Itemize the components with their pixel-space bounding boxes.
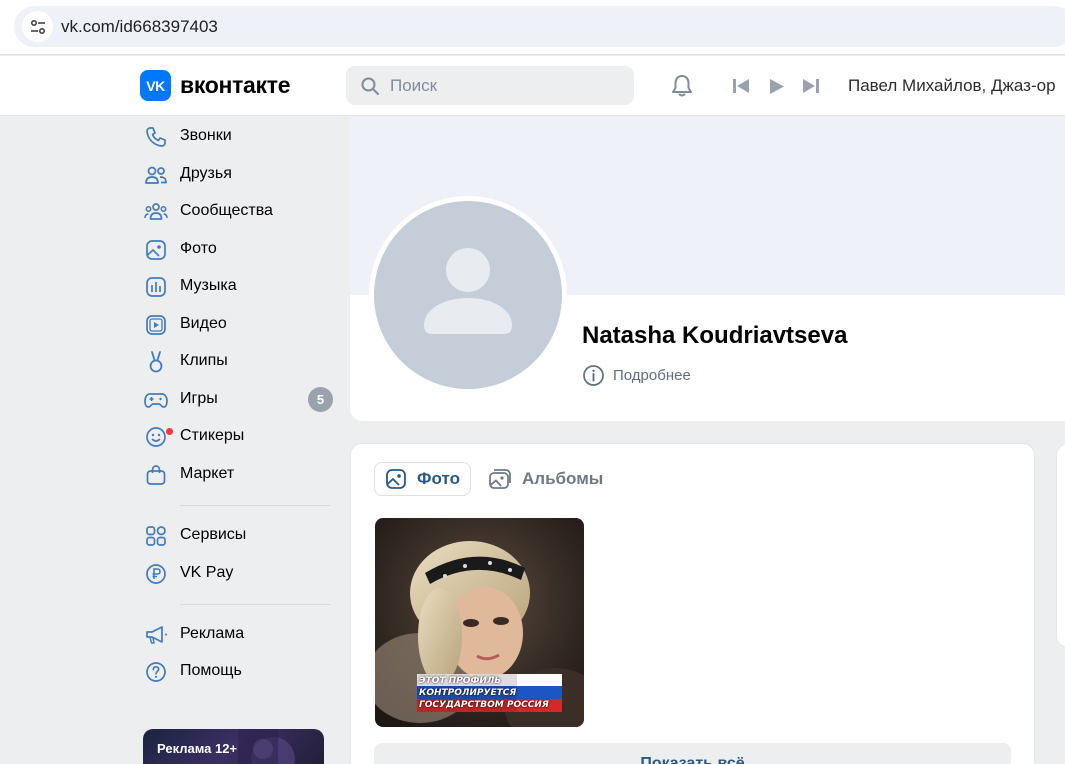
default-avatar-silhouette-icon xyxy=(424,248,512,334)
photo-icon xyxy=(386,469,406,489)
play-icon[interactable] xyxy=(766,76,788,96)
sidebar-item-clips[interactable]: Клипы xyxy=(140,344,335,378)
overlay-line: ЭТОТ ПРОФИЛЬ xyxy=(419,676,502,686)
sidebar-item-services[interactable]: Сервисы xyxy=(140,518,335,552)
friends-icon xyxy=(144,163,168,187)
vkpay-icon xyxy=(144,562,168,586)
ad-age-label: Реклама 12+ xyxy=(157,741,238,756)
previous-track-icon[interactable] xyxy=(730,76,752,96)
url-field[interactable]: vk.com/id668397403 xyxy=(14,6,1065,47)
clips-icon xyxy=(144,350,168,374)
notifications-bell-icon[interactable] xyxy=(668,72,696,100)
sidebar-item-help[interactable]: Помощь xyxy=(140,654,335,688)
sidebar-item-label: Фото xyxy=(180,240,217,257)
sidebar-item-label: Звонки xyxy=(180,127,232,144)
sidebar-item-label: Сообщества xyxy=(180,202,273,219)
sidebar-divider xyxy=(180,604,330,605)
propaganda-overlay-text: ЭТОТ ПРОФИЛЬ КОНТРОЛИРУЕТСЯ ГОСУДАРСТВОМ… xyxy=(419,675,549,711)
avatar[interactable] xyxy=(374,201,562,389)
sidebar-item-music[interactable]: Музыка xyxy=(140,269,335,303)
tab-photos-label: Фото xyxy=(417,469,460,488)
vk-logo-text: вконтакте xyxy=(180,72,291,98)
profile-details-label: Подробнее xyxy=(613,367,691,384)
sidebar-item-label: Клипы xyxy=(180,352,228,369)
sidebar-item-label: Реклама xyxy=(180,625,245,642)
site-header: VK вконтакте Павел Михайлов, Джаз-ор xyxy=(0,56,1065,116)
market-icon xyxy=(144,463,168,487)
stickers-icon xyxy=(144,425,173,449)
megaphone-icon xyxy=(144,623,168,647)
video-icon xyxy=(144,313,168,337)
overlay-line: КОНТРОЛИРУЕТСЯ xyxy=(419,688,517,698)
sidebar-item-label: Игры xyxy=(180,390,218,407)
new-indicator-dot xyxy=(166,428,173,435)
show-all-label: Показать всё xyxy=(640,755,745,764)
tab-photos[interactable]: Фото xyxy=(374,462,471,496)
games-icon xyxy=(144,388,168,412)
info-icon xyxy=(583,365,604,386)
sidebar-item-label: VK Pay xyxy=(180,564,234,581)
sidebar-ad-banner[interactable]: Реклама 12+ xyxy=(143,729,324,764)
next-track-icon[interactable] xyxy=(800,76,822,96)
tab-albums[interactable]: Альбомы xyxy=(478,462,613,496)
sidebar-item-calls[interactable]: Звонки xyxy=(140,119,335,153)
sidebar-item-label: Музыка xyxy=(180,277,237,294)
browser-address-bar: vk.com/id668397403 xyxy=(0,0,1065,55)
sidebar-item-market[interactable]: Маркет xyxy=(140,457,335,491)
search-icon xyxy=(361,77,379,95)
profile-name: Natasha Koudriavtseva xyxy=(582,322,848,349)
sidebar-divider xyxy=(180,505,330,506)
help-icon xyxy=(144,660,168,684)
sidebar-item-ads[interactable]: Реклама xyxy=(140,617,335,651)
music-icon xyxy=(144,275,168,299)
overlay-line: ГОСУДАРСТВОМ РОССИЯ xyxy=(419,700,549,710)
now-playing-track[interactable]: Павел Михайлов, Джаз-ор xyxy=(848,76,1056,96)
sidebar-item-label: Сервисы xyxy=(180,526,247,543)
services-icon xyxy=(144,524,168,548)
sidebar-item-friends[interactable]: Друзья xyxy=(140,157,335,191)
sidebar-item-label: Друзья xyxy=(180,165,232,182)
url-text[interactable]: vk.com/id668397403 xyxy=(61,17,218,37)
vk-logo-badge: VK xyxy=(140,70,171,101)
sidebar-item-label: Стикеры xyxy=(180,427,245,444)
profile-details-link[interactable]: Подробнее xyxy=(582,364,691,387)
right-column-card xyxy=(1056,443,1065,648)
sidebar-item-communities[interactable]: Сообщества xyxy=(140,194,335,228)
sidebar-item-stickers[interactable]: Стикеры xyxy=(140,419,335,453)
phone-icon xyxy=(144,125,168,149)
vk-logo[interactable]: VK вконтакте xyxy=(140,70,291,101)
albums-icon xyxy=(489,469,511,489)
sidebar-item-video[interactable]: Видео xyxy=(140,307,335,341)
search-input[interactable] xyxy=(390,75,610,96)
photo-icon xyxy=(144,238,168,262)
site-settings-icon[interactable] xyxy=(22,11,53,42)
search-box[interactable] xyxy=(346,66,634,105)
games-count-badge: 5 xyxy=(308,386,333,412)
communities-icon xyxy=(144,200,168,224)
sidebar-item-label: Маркет xyxy=(180,465,235,482)
sidebar-item-photo[interactable]: Фото xyxy=(140,232,335,266)
sidebar-item-vkpay[interactable]: VK Pay xyxy=(140,556,335,590)
photo-thumbnail[interactable]: ЭТОТ ПРОФИЛЬ КОНТРОЛИРУЕТСЯ ГОСУДАРСТВОМ… xyxy=(375,518,584,727)
tab-albums-label: Альбомы xyxy=(522,469,604,488)
show-all-button[interactable]: Показать всё xyxy=(374,743,1011,764)
sidebar-item-label: Помощь xyxy=(180,662,242,679)
sidebar-item-games[interactable]: Игры 5 xyxy=(140,382,335,416)
sidebar-item-label: Видео xyxy=(180,315,227,332)
